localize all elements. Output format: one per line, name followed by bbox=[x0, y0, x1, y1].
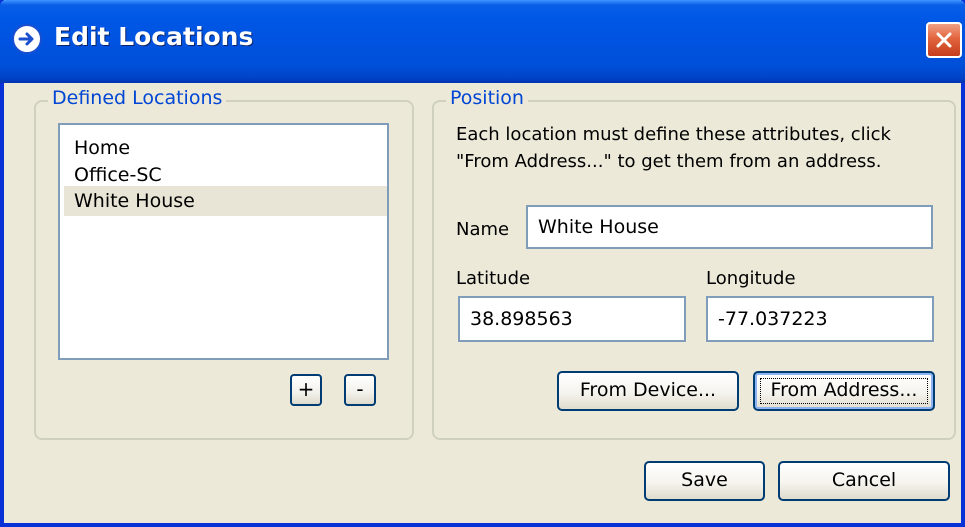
title-bar[interactable]: Edit Locations bbox=[0, 0, 965, 83]
defined-locations-label: Defined Locations bbox=[48, 87, 227, 109]
window-title: Edit Locations bbox=[54, 22, 254, 51]
from-device-label: From Device... bbox=[579, 379, 717, 401]
longitude-field[interactable]: -77.037223 bbox=[706, 296, 934, 342]
from-address-button[interactable]: From Address... bbox=[753, 371, 935, 411]
locations-list[interactable]: Home Office-SC White House bbox=[58, 123, 389, 360]
latitude-label: Latitude bbox=[456, 268, 531, 289]
remove-location-button[interactable]: - bbox=[344, 374, 376, 406]
save-label: Save bbox=[681, 469, 728, 491]
close-icon bbox=[936, 32, 952, 48]
save-button[interactable]: Save bbox=[644, 461, 765, 501]
instructions-line-2: "From Address..." to get them from an ad… bbox=[456, 151, 882, 172]
latitude-field[interactable]: 38.898563 bbox=[458, 296, 686, 342]
longitude-label: Longitude bbox=[706, 268, 796, 289]
from-device-button[interactable]: From Device... bbox=[557, 371, 739, 411]
focus-rectangle bbox=[760, 378, 928, 404]
arrow-right-circle-icon bbox=[12, 24, 42, 54]
list-item[interactable]: Home bbox=[64, 133, 387, 163]
instructions-line-1: Each location must define these attribut… bbox=[456, 124, 891, 145]
add-location-button[interactable]: + bbox=[290, 374, 322, 406]
edit-locations-dialog: Edit Locations Defined Locations Home Of… bbox=[0, 0, 965, 527]
position-label: Position bbox=[446, 87, 528, 109]
close-button[interactable] bbox=[926, 22, 962, 58]
cancel-button[interactable]: Cancel bbox=[778, 461, 950, 501]
list-item-selected[interactable]: White House bbox=[64, 186, 387, 216]
name-field[interactable]: White House bbox=[526, 205, 933, 249]
cancel-label: Cancel bbox=[831, 469, 897, 491]
name-label: Name bbox=[456, 219, 510, 240]
